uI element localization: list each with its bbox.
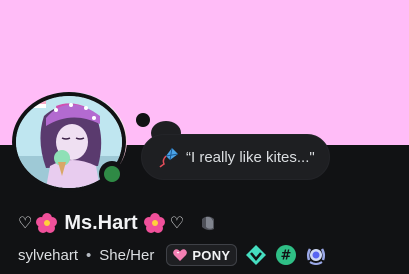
display-name: Ms.Hart — [64, 211, 138, 234]
server-tag[interactable]: PONY — [166, 244, 238, 266]
pronouns: She/Her — [99, 246, 155, 264]
username[interactable]: sylvehart — [18, 247, 78, 264]
nitro-icon[interactable] — [198, 213, 218, 233]
online-status-indicator — [99, 161, 125, 187]
user-info-row: sylvehart • She/Her PONY # — [18, 242, 327, 268]
hibiscus-icon — [143, 213, 165, 233]
server-tag-label: PONY — [192, 247, 231, 263]
custom-status-text: “I really like kites..." — [186, 148, 315, 166]
heart-icon — [173, 249, 188, 261]
user-profile-card: “I really like kites..." ♡ Ms.Hart ♡ syl… — [0, 0, 409, 274]
avatar-container[interactable] — [10, 90, 128, 192]
laurel-badge-icon[interactable] — [305, 244, 327, 266]
custom-status-bubble[interactable]: “I really like kites..." — [141, 134, 330, 180]
heart-outline-icon: ♡ — [18, 213, 33, 232]
hashtag-icon[interactable]: # — [275, 244, 297, 266]
heart-outline-icon: ♡ — [169, 213, 185, 232]
separator: • — [86, 246, 92, 264]
hypesquad-balance-icon[interactable] — [245, 244, 267, 266]
display-name-row: ♡ Ms.Hart ♡ — [18, 208, 218, 238]
status-bubble-dot-small — [136, 113, 150, 127]
kite-icon — [159, 147, 179, 168]
hibiscus-icon — [36, 213, 58, 233]
svg-text:#: # — [281, 249, 292, 264]
